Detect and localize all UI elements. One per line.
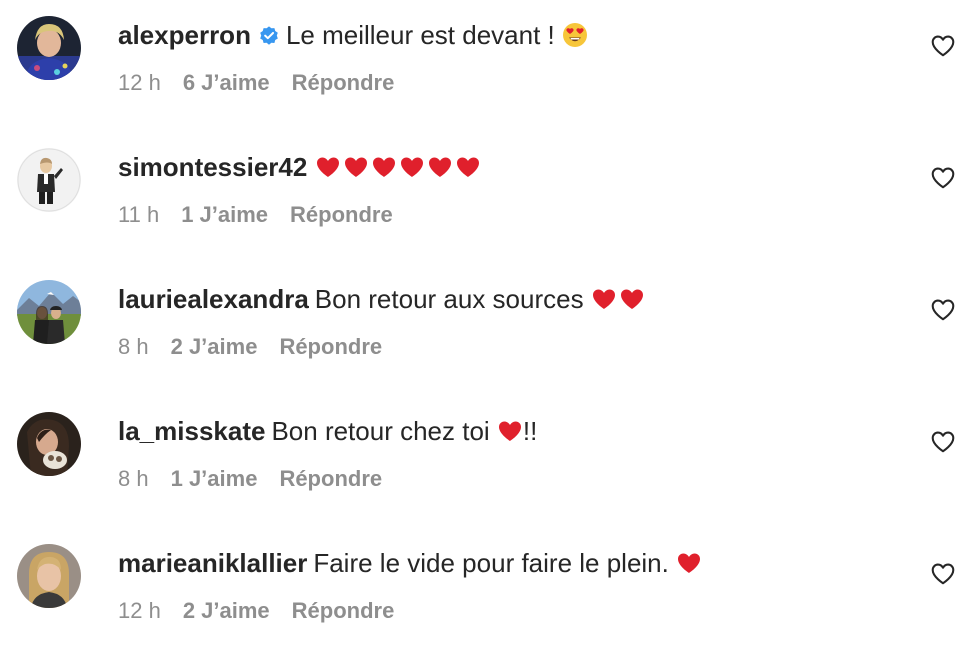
red-heart-emoji-icon — [497, 418, 523, 452]
heart-outline-icon[interactable] — [930, 297, 956, 323]
comment-meta: 11 h 1 J’aime Répondre — [118, 200, 393, 230]
comment-meta: 8 h 1 J’aime Répondre — [118, 464, 382, 494]
reply-button[interactable]: Répondre — [292, 598, 395, 623]
comment-username[interactable]: simontessier42 — [118, 152, 307, 182]
heart-outline-icon[interactable] — [930, 429, 956, 455]
heart-outline-icon[interactable] — [930, 561, 956, 587]
comment-item: simontessier42 11 h 1 J’aime Répondre — [0, 132, 976, 242]
reply-button[interactable]: Répondre — [292, 70, 395, 95]
comment-meta: 12 h 6 J’aime Répondre — [118, 68, 394, 98]
comment-text-line: alexperron Le meilleur est devant ! — [118, 18, 588, 56]
comment-username[interactable]: marieaniklallier — [118, 548, 307, 578]
reply-button[interactable]: Répondre — [279, 334, 382, 359]
red-hearts-emoji-icon — [591, 286, 647, 320]
comment-likes-count[interactable]: 2 J’aime — [183, 598, 270, 623]
comment-username[interactable]: alexperron — [118, 20, 251, 50]
verified-badge-icon — [260, 26, 278, 45]
avatar[interactable] — [17, 16, 81, 80]
comment-item: marieaniklallier Faire le vide pour faire… — [0, 528, 976, 638]
comment-text-line: simontessier42 — [118, 150, 483, 188]
comment-likes-count[interactable]: 1 J’aime — [171, 466, 258, 491]
red-heart-emoji-icon — [676, 550, 702, 584]
comment-time: 12 h — [118, 598, 161, 623]
comment-item: lauriealexandra Bon retour aux sources 8 … — [0, 264, 976, 374]
avatar[interactable] — [17, 412, 81, 476]
red-hearts-emoji-icon — [315, 154, 483, 188]
heart-outline-icon[interactable] — [930, 165, 956, 191]
avatar[interactable] — [17, 148, 81, 212]
comment-likes-count[interactable]: 6 J’aime — [183, 70, 270, 95]
comment-text-line: lauriealexandra Bon retour aux sources — [118, 282, 647, 320]
comment-username[interactable]: lauriealexandra — [118, 284, 309, 314]
comment-body-suffix: !! — [522, 416, 538, 446]
comment-body: Bon retour chez toi — [271, 416, 490, 446]
avatar[interactable] — [17, 280, 81, 344]
heart-eyes-emoji-icon — [562, 22, 588, 56]
comment-time: 11 h — [118, 202, 160, 227]
comment-item: la_misskate Bon retour chez toi !! 8 h 1 J… — [0, 396, 976, 506]
comment-text-line: la_misskate Bon retour chez toi !! — [118, 414, 537, 452]
comment-text-line: marieaniklallier Faire le vide pour faire… — [118, 546, 702, 584]
comment-body: Faire le vide pour faire le plein. — [313, 548, 669, 578]
reply-button[interactable]: Répondre — [290, 202, 393, 227]
comment-item: alexperron Le meilleur est devant ! 12 h 6… — [0, 0, 976, 110]
comment-meta: 8 h 2 J’aime Répondre — [118, 332, 382, 362]
comment-username[interactable]: la_misskate — [118, 416, 265, 446]
comment-body: Bon retour aux sources — [314, 284, 584, 314]
comment-likes-count[interactable]: 1 J’aime — [181, 202, 268, 227]
comment-meta: 12 h 2 J’aime Répondre — [118, 596, 394, 626]
avatar[interactable] — [17, 544, 81, 608]
heart-outline-icon[interactable] — [930, 33, 956, 59]
comment-time: 12 h — [118, 70, 161, 95]
comment-likes-count[interactable]: 2 J’aime — [171, 334, 258, 359]
comment-time: 8 h — [118, 466, 149, 491]
comment-time: 8 h — [118, 334, 149, 359]
reply-button[interactable]: Répondre — [279, 466, 382, 491]
comment-body: Le meilleur est devant ! — [285, 20, 555, 50]
